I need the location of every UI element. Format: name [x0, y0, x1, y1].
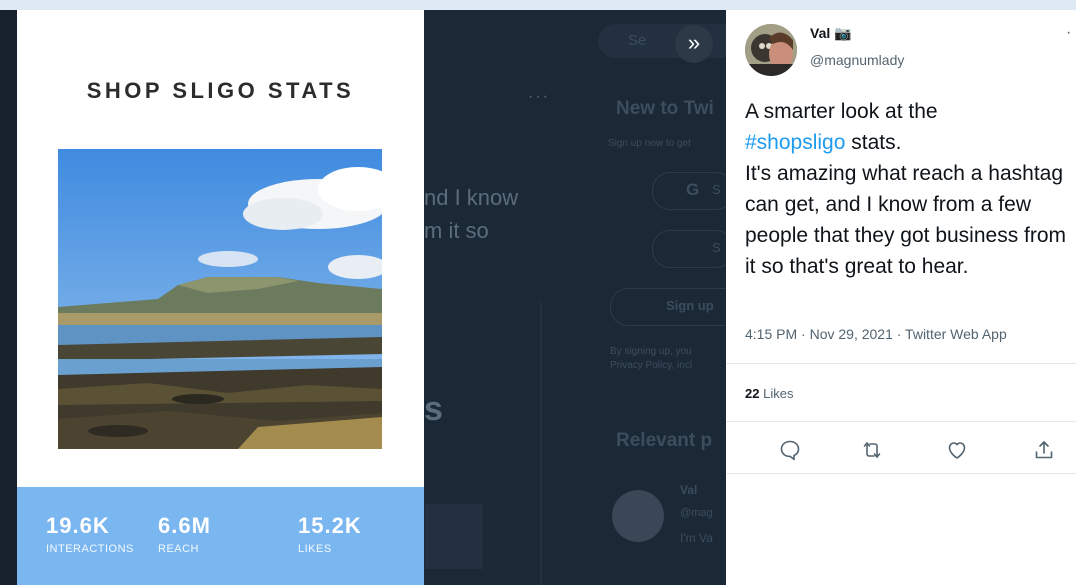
relevant-people-title: Relevant p — [616, 430, 713, 451]
apple-signup-text: S — [712, 240, 721, 255]
behind-text-2: m it so — [424, 218, 489, 243]
divider — [726, 363, 1076, 364]
hashtag-link[interactable]: #shopsligo — [745, 131, 845, 154]
expand-panel-button[interactable]: » — [675, 25, 713, 63]
tweet-text: A smarter look at the #shopsligo stats. … — [745, 96, 1075, 282]
tweet-text-line-1: A smarter look at the — [745, 100, 938, 123]
stat-label: LIKES — [298, 543, 332, 555]
signup-button-label: Sign up — [666, 298, 714, 313]
tweet-meta[interactable]: 4:15 PM · Nov 29, 2021 · Twitter Web App — [745, 326, 1007, 342]
stat-reach: 6.6M REACH — [158, 513, 211, 555]
relevant-name: Val — [680, 483, 698, 497]
author-name[interactable]: Val 📷 — [810, 25, 852, 42]
signup-subtext: Sign up now to get — [608, 138, 691, 149]
browser-top-strip — [0, 0, 1076, 10]
stat-value: 15.2K — [298, 513, 362, 538]
divider — [726, 421, 1076, 422]
retweet-icon[interactable] — [860, 438, 884, 462]
tweet-actions — [726, 430, 1076, 474]
relevant-snippet: I'm Va — [680, 531, 713, 545]
google-icon: G — [686, 180, 700, 199]
likes-count[interactable]: 22 Likes — [745, 386, 793, 401]
more-options-icon[interactable]: · — [1066, 24, 1071, 42]
author-handle[interactable]: @magnumlady — [810, 52, 904, 68]
likes-number: 22 — [745, 386, 760, 401]
relevant-avatar — [612, 490, 664, 542]
double-chevron-icon: » — [687, 30, 701, 55]
behind-big-text: s — [424, 390, 443, 428]
stat-label: REACH — [158, 543, 200, 555]
heart-icon[interactable] — [945, 438, 969, 462]
author-name-text: Val — [810, 25, 831, 41]
tweet-text-rest: It's amazing what reach a hashtag can ge… — [745, 162, 1067, 278]
reply-icon[interactable] — [778, 438, 802, 462]
stat-value: 6.6M — [158, 513, 211, 538]
camera-icon: 📷 — [834, 25, 852, 41]
card-title: SHOP SLIGO STATS — [86, 78, 355, 103]
tweet-text-after-hashtag: stats. — [845, 131, 902, 154]
more-dots: ··· — [528, 88, 550, 105]
policy-text-2: Privacy Policy, incl — [610, 360, 693, 371]
likes-label: Likes — [763, 386, 794, 401]
stat-likes: 15.2K LIKES — [298, 513, 362, 555]
divider — [726, 473, 1076, 474]
policy-text-1: By signing up, you — [610, 346, 692, 357]
stat-label: INTERACTIONS — [46, 543, 134, 555]
column-divider — [540, 302, 542, 585]
stat-interactions: 19.6K INTERACTIONS — [46, 513, 134, 555]
stat-value: 19.6K — [46, 513, 110, 538]
tweet-panel: Val 📷 @magnumlady · A smarter look at th… — [726, 10, 1076, 585]
search-placeholder: Se — [628, 32, 647, 49]
share-icon[interactable] — [1032, 438, 1056, 462]
tweet-image[interactable]: SHOP SLIGO STATS 19.6K INTERACTIONS 6.6M… — [17, 10, 424, 585]
behind-box — [425, 504, 483, 569]
google-signup-text: S — [712, 182, 721, 197]
stats-band: 19.6K INTERACTIONS 6.6M REACH 15.2K LIKE… — [17, 487, 424, 585]
behind-text-1: nd I know — [424, 185, 519, 210]
relevant-handle: @mag — [680, 507, 713, 519]
left-edge — [0, 10, 17, 585]
landscape-photo — [58, 149, 382, 449]
avatar[interactable] — [745, 24, 797, 76]
new-to-twitter-title: New to Twi — [616, 98, 714, 119]
